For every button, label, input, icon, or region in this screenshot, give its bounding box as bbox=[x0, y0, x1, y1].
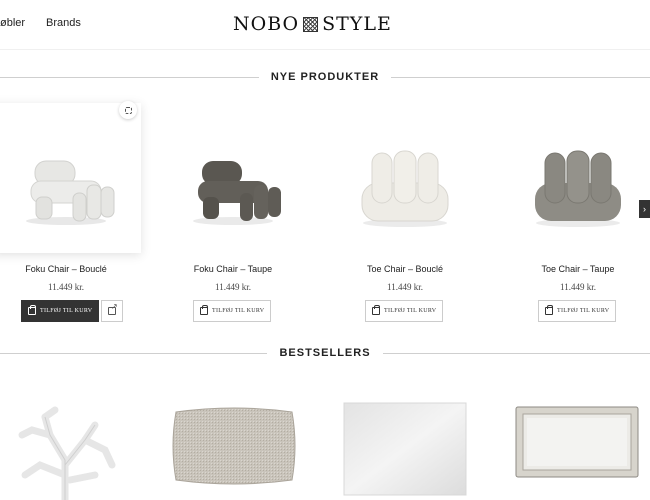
expand-icon bbox=[124, 106, 132, 114]
external-link-icon bbox=[108, 302, 118, 315]
shopping-bag-icon bbox=[200, 305, 208, 315]
site-header: øbler Brands NOBO STYLE bbox=[0, 0, 650, 50]
add-to-cart-label: TILFØJ TIL KURV bbox=[384, 308, 437, 314]
add-to-cart-button[interactable]: TILFØJ TIL KURV bbox=[365, 300, 444, 322]
divider-line bbox=[0, 352, 268, 354]
divider-line bbox=[0, 76, 259, 78]
add-to-cart-label: TILFØJ TIL KURV bbox=[212, 308, 265, 314]
add-to-cart-label: TILFØJ TIL KURV bbox=[557, 308, 610, 314]
product-card[interactable]: Toe Chair – Taupe 11.449 kr. TILFØJ TIL … bbox=[503, 103, 650, 322]
product-image[interactable] bbox=[330, 103, 480, 253]
product-price: 11.449 kr. bbox=[387, 282, 423, 292]
logo-text-right: STYLE bbox=[322, 13, 392, 35]
product-name[interactable]: Toe Chair – Taupe bbox=[503, 264, 650, 274]
section-title-bestsellers: BESTSELLERS bbox=[0, 346, 650, 360]
bestseller-item[interactable] bbox=[170, 404, 298, 488]
coral-sculpture-image bbox=[18, 406, 116, 500]
foku-chair-taupe-image bbox=[193, 161, 281, 225]
product-card[interactable]: Foku Chair – Bouclé 11.449 kr. TILFØJ TI… bbox=[0, 101, 141, 322]
open-product-button[interactable] bbox=[101, 300, 123, 322]
rug-image bbox=[343, 402, 467, 496]
logo-text-left: NOBO bbox=[233, 13, 300, 35]
mirror-tray-image bbox=[515, 406, 639, 478]
foku-chair-boucle-image bbox=[26, 160, 115, 225]
add-to-cart-button[interactable]: TILFØJ TIL KURV bbox=[21, 300, 100, 322]
product-price: 11.449 kr. bbox=[560, 282, 596, 292]
product-image[interactable] bbox=[158, 103, 308, 253]
product-price: 11.449 kr. bbox=[215, 282, 251, 292]
toe-chair-boucle-image bbox=[361, 150, 449, 227]
product-price: 11.449 kr. bbox=[48, 282, 84, 292]
bestseller-item[interactable] bbox=[515, 406, 639, 478]
add-to-cart-label: TILFØJ TIL KURV bbox=[40, 308, 93, 314]
product-card[interactable]: Toe Chair – Bouclé 11.449 kr. TILFØJ TIL… bbox=[330, 103, 480, 322]
nav-link-brands[interactable]: Brands bbox=[46, 17, 81, 29]
section-title-new-products: NYE PRODUKTER bbox=[0, 70, 650, 84]
divider-line bbox=[391, 76, 650, 78]
add-to-cart-button[interactable]: TILFØJ TIL KURV bbox=[538, 300, 617, 322]
product-name[interactable]: Foku Chair – Bouclé bbox=[0, 264, 141, 274]
logo-mark-icon bbox=[303, 16, 319, 32]
shopping-bag-icon bbox=[545, 305, 553, 315]
site-logo[interactable]: NOBO STYLE bbox=[233, 11, 392, 37]
bestseller-item[interactable] bbox=[343, 402, 467, 496]
add-to-cart-button[interactable]: TILFØJ TIL KURV bbox=[193, 300, 272, 322]
bestseller-item[interactable] bbox=[10, 405, 120, 500]
nav-link-mobler[interactable]: øbler bbox=[0, 17, 25, 29]
shopping-bag-icon bbox=[372, 305, 380, 315]
product-image[interactable] bbox=[503, 103, 650, 253]
product-name[interactable]: Foku Chair – Taupe bbox=[158, 264, 308, 274]
section-heading: BESTSELLERS bbox=[279, 347, 371, 359]
divider-line bbox=[382, 352, 650, 354]
cushion-image bbox=[172, 407, 296, 485]
quickview-button[interactable] bbox=[119, 101, 137, 119]
section-heading: NYE PRODUKTER bbox=[270, 71, 380, 83]
toe-chair-taupe-image bbox=[535, 150, 621, 227]
product-name[interactable]: Toe Chair – Bouclé bbox=[330, 264, 480, 274]
product-card[interactable]: Foku Chair – Taupe 11.449 kr. TILFØJ TIL… bbox=[158, 103, 308, 322]
product-image[interactable] bbox=[0, 101, 141, 253]
shopping-bag-icon bbox=[28, 305, 36, 315]
